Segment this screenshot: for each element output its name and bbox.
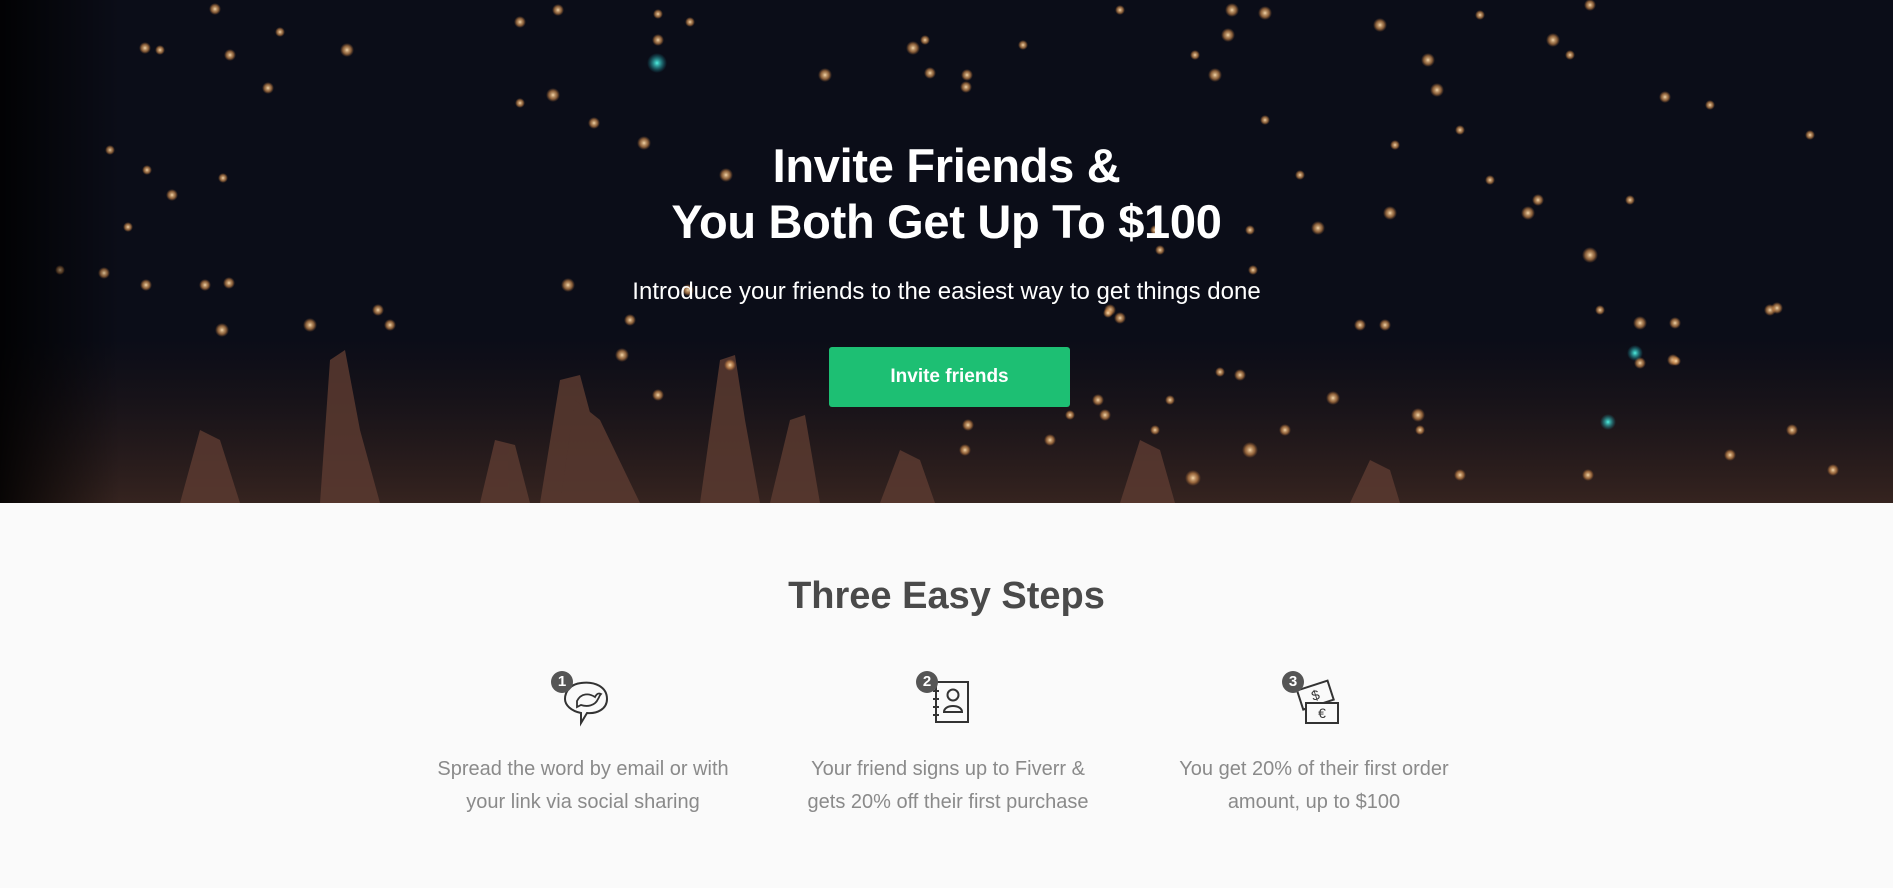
step-1: 1 Spread the word by email or with your … (413, 671, 753, 819)
money-bills-icon: $ € 3 (1282, 671, 1346, 731)
step-3-line-2: amount, up to $100 (1227, 791, 1401, 813)
hero-subtitle: Introduce your friends to the easiest wa… (632, 278, 1261, 305)
hero-title-line-2: You Both Get Up To $100 (671, 195, 1222, 248)
step-number-badge: 1 (551, 671, 573, 693)
step-2-line-1: Your friend signs up to Fiverr & (811, 758, 1085, 780)
step-2-description: Your friend signs up to Fiverr & gets 20… (778, 753, 1118, 819)
step-2: 2 Your friend signs up to Fiverr & gets … (778, 671, 1118, 819)
step-1-line-1: Spread the word by email or with (437, 758, 729, 780)
svg-text:€: € (1318, 705, 1326, 721)
step-3: $ € 3 You get 20% of their first order a… (1144, 671, 1484, 819)
step-3-description: You get 20% of their first order amount,… (1144, 753, 1484, 819)
contact-book-icon: 2 (916, 671, 980, 731)
step-2-line-2: gets 20% off their first purchase (807, 791, 1089, 813)
hero-title-line-1: Invite Friends & (772, 139, 1121, 192)
step-1-line-2: your link via social sharing (466, 791, 700, 813)
speech-bubble-bird-icon: 1 (551, 671, 615, 731)
step-1-description: Spread the word by email or with your li… (413, 753, 753, 819)
three-easy-steps-section: Three Easy Steps 1 Spread the word by em… (0, 503, 1893, 888)
concert-crowd-background-image (0, 0, 1893, 503)
step-3-line-1: You get 20% of their first order (1179, 758, 1449, 780)
step-number-badge: 3 (1282, 671, 1304, 693)
steps-section-title: Three Easy Steps (788, 575, 1105, 617)
step-number-badge: 2 (916, 671, 938, 693)
hero-banner: Invite Friends & You Both Get Up To $100… (0, 0, 1893, 503)
hero-title: Invite Friends & You Both Get Up To $100 (0, 138, 1893, 250)
invite-friends-button[interactable]: Invite friends (829, 347, 1070, 407)
